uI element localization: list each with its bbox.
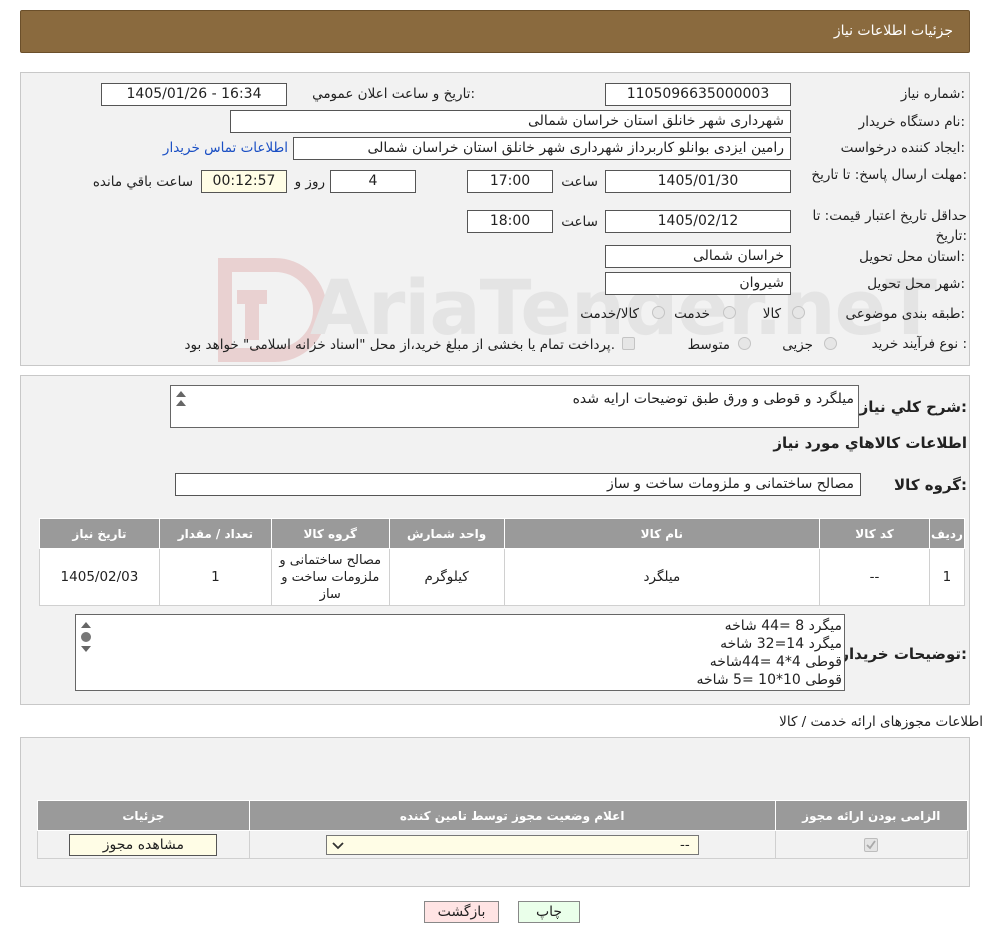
need-number-label: شماره نیاز:: [900, 86, 965, 102]
scroll-down-icon[interactable]: [176, 400, 186, 406]
permit-required-checkbox[interactable]: [864, 837, 879, 852]
scroll-up-icon[interactable]: [176, 391, 186, 397]
permits-table: جزئیات اعلام وضعیت مجوز توسط تامین کننده…: [37, 800, 969, 859]
process-radio-minor[interactable]: [824, 337, 837, 350]
process-checkbox-treasury[interactable]: [622, 337, 635, 350]
note-line: میگرد 8 =44 شاخه: [724, 618, 842, 634]
requester-field: رامین ایزدی بوانلو کاربرداز شهرداری شهر …: [293, 137, 791, 160]
reply-time-field: 17:00: [467, 170, 553, 193]
col-row: رديف: [928, 518, 966, 549]
buyer-notes-textarea[interactable]: میگرد 8 =44 شاخه میگرد 14=32 شاخه قوطی 4…: [75, 614, 845, 691]
days-label: روز و: [294, 174, 325, 190]
col-qty: تعداد / مقدار: [158, 518, 272, 549]
col-details: جزئیات: [37, 800, 250, 831]
permits-table-header: جزئیات اعلام وضعیت مجوز توسط تامین کننده…: [37, 800, 969, 831]
cell-name: میلگرد: [503, 548, 821, 606]
city-field: شیروان: [605, 272, 791, 295]
permits-title: اطلاعات مجوزهای ارائه خدمت / کالا: [779, 714, 983, 730]
category-radio-goods[interactable]: [792, 306, 805, 319]
cell-row: 1: [928, 548, 966, 606]
category-label: طبقه بندی موضوعی:: [845, 306, 965, 322]
buyer-notes-text: میگرد 8 =44 شاخه میگرد 14=32 شاخه قوطی 4…: [696, 617, 842, 689]
col-code: کد کالا: [819, 518, 930, 549]
process-radio-medium[interactable]: [738, 337, 751, 350]
col-status: اعلام وضعیت مجوز توسط تامین کننده: [248, 800, 776, 831]
announce-field: 1405/01/26 - 16:34: [101, 83, 287, 106]
col-name: نام کالا: [503, 518, 821, 549]
cell-date: 1405/02/03: [39, 548, 160, 606]
announce-label: تاریخ و ساعت اعلان عمومي:: [312, 86, 475, 102]
goods-group-field: مصالح ساختمانی و ملزومات ساخت و ساز: [175, 473, 861, 496]
goods-group-label: گروه کالا:: [894, 476, 967, 494]
cell-group: مصالح ساختمانی و ملزومات ساخت و ساز: [270, 548, 390, 606]
remaining-label: ساعت باقي مانده: [92, 174, 193, 190]
chevron-down-icon: [332, 841, 344, 849]
need-number-field: 1105096635000003: [605, 83, 791, 106]
reply-date-field: 1405/01/30: [605, 170, 791, 193]
reply-deadline-label: مهلت ارسال پاسخ: تا تاريخ:: [811, 167, 967, 183]
col-group: گروه کالا: [270, 518, 390, 549]
scroll-down-icon[interactable]: [81, 646, 91, 652]
permit-status-value: --: [680, 836, 690, 853]
category-radio-goods-service[interactable]: [652, 306, 665, 319]
summary-label: شرح کلي نياز:: [859, 398, 967, 416]
price-time-field: 18:00: [467, 210, 553, 233]
buyer-org-field: شهرداری شهر خانلق استان خراسان شمالی: [230, 110, 791, 133]
process-option-medium: متوسط: [687, 337, 730, 353]
category-option-service: خدمت: [674, 306, 710, 322]
remaining-time-field: 00:12:57: [201, 170, 287, 193]
process-note: پرداخت تمام یا بخشی از مبلغ خرید،از محل …: [184, 337, 615, 353]
view-permit-button[interactable]: مشاهده مجوز: [69, 833, 218, 856]
col-required: الزامی بودن ارائه مجوز: [774, 800, 969, 831]
requester-label: ايجاد كننده درخواست:: [840, 140, 965, 156]
table-row: مشاهده مجوز --: [37, 830, 969, 859]
summary-textarea[interactable]: میلگرد و قوطی و ورق طبق توضیحات ارایه شد…: [170, 385, 859, 428]
back-button[interactable]: بازگشت: [424, 901, 499, 923]
province-label: استان محل تحويل:: [859, 249, 965, 265]
category-radio-service[interactable]: [723, 306, 736, 319]
note-line: میگرد 14=32 شاخه: [720, 636, 842, 652]
print-button[interactable]: چاپ: [518, 901, 580, 923]
note-line: قوطی 10*10 =5 شاخه: [696, 672, 842, 688]
note-line: قوطی 4*4 =44شاخه: [709, 654, 842, 670]
goods-info-title: اطلاعات کالاهاي مورد نياز: [773, 434, 967, 452]
scroll-thumb[interactable]: [81, 632, 91, 642]
buyer-org-label: نام دستگاه خريدار:: [858, 114, 965, 130]
cell-code: --: [819, 548, 930, 606]
province-field: خراسان شمالی: [605, 245, 791, 268]
category-option-goods-service: کالا/خدمت: [580, 306, 639, 322]
process-label: نوع فرآيند خريد :: [871, 336, 967, 352]
reply-time-label: ساعت: [561, 174, 598, 190]
summary-scrollbar[interactable]: [173, 388, 189, 409]
cell-unit: کیلوگرم: [388, 548, 505, 606]
goods-table: تاريخ نياز تعداد / مقدار گروه کالا واحد …: [39, 518, 966, 606]
summary-text: میلگرد و قوطی و ورق طبق توضیحات ارایه شد…: [572, 391, 854, 407]
check-icon: [866, 839, 876, 849]
category-option-goods: کالا: [762, 306, 781, 322]
contact-buyer-link[interactable]: اطلاعات تماس خريدار: [163, 140, 288, 156]
table-row: 1405/02/03 1 مصالح ساختمانی و ملزومات سا…: [39, 548, 966, 606]
page-title: جزئیات اطلاعات نیاز: [833, 23, 953, 39]
price-time-label: ساعت: [561, 214, 598, 230]
days-field: 4: [330, 170, 416, 193]
price-valid-label: حداقل تاريخ اعتبار قيمت: تا تاريخ:: [812, 208, 967, 244]
city-label: شهر محل تحويل:: [867, 276, 965, 292]
permit-status-select[interactable]: --: [325, 834, 699, 855]
col-date: تاريخ نياز: [39, 518, 160, 549]
goods-table-header: تاريخ نياز تعداد / مقدار گروه کالا واحد …: [39, 518, 966, 549]
cell-qty: 1: [158, 548, 272, 606]
process-option-minor: جزیی: [782, 337, 813, 353]
price-date-field: 1405/02/12: [605, 210, 791, 233]
col-unit: واحد شمارش: [388, 518, 505, 549]
page-header: جزئیات اطلاعات نیاز: [20, 10, 970, 53]
buyer-notes-label: توضيحات خريدار:: [840, 645, 967, 663]
scroll-up-icon[interactable]: [81, 622, 91, 628]
notes-scrollbar[interactable]: [78, 619, 94, 655]
